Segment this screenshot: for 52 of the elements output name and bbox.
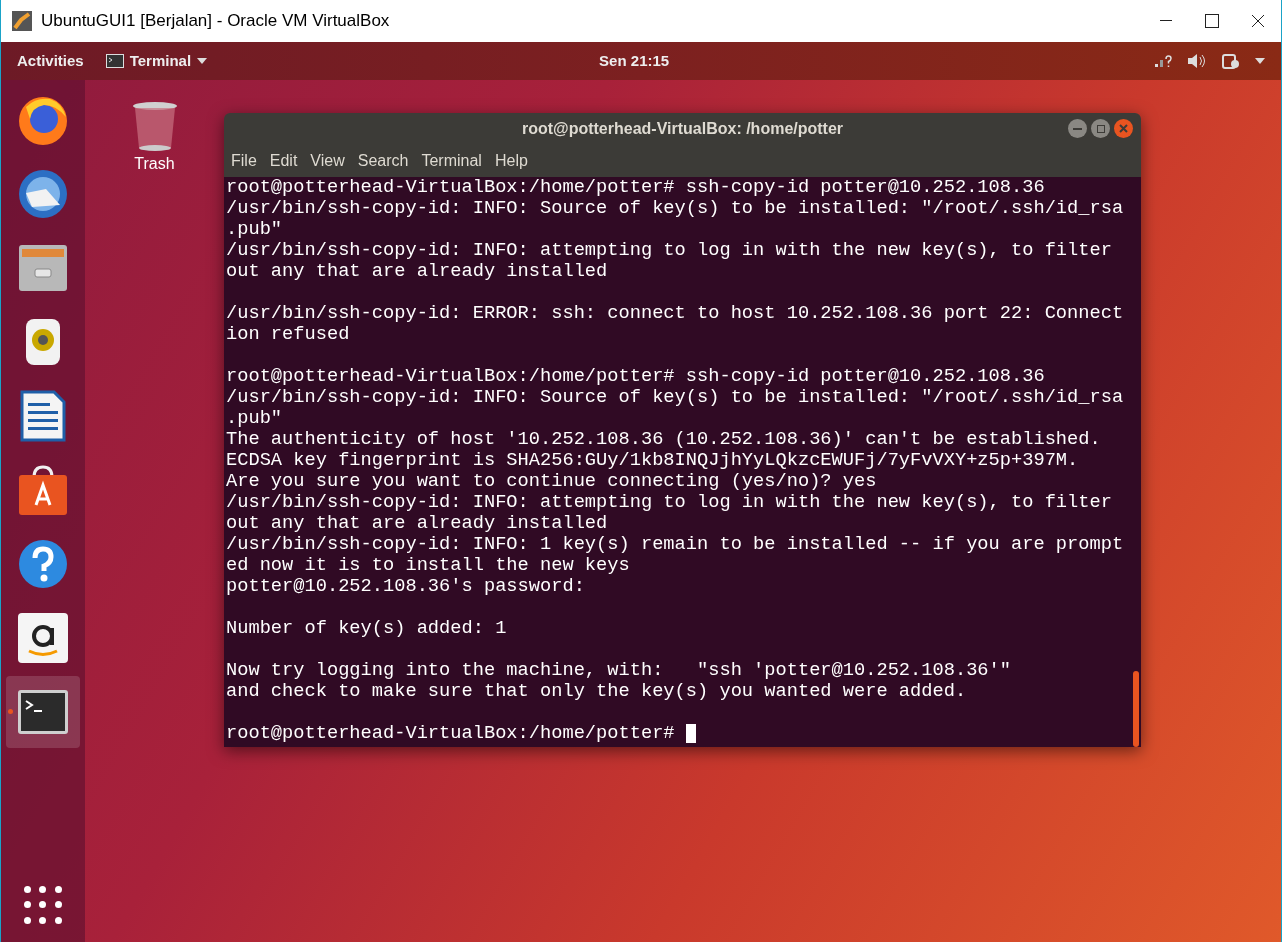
terminal-line: Now try logging into the machine, with: "ssh 'potter@10.252.108.36'": [226, 660, 1011, 681]
terminal-line: .pub": [226, 219, 283, 240]
network-icon[interactable]: [1153, 53, 1173, 69]
close-button[interactable]: [1114, 119, 1133, 138]
shopping-bag-icon: [16, 463, 70, 517]
terminal-line: The authenticity of host '10.252.108.36 (10.252.108.36)' can't be established.: [226, 429, 1101, 450]
menu-item[interactable]: Help: [494, 149, 528, 173]
minimize-icon: [1160, 20, 1172, 22]
terminal-line: ion refused: [226, 324, 350, 345]
shopping-icon: [16, 611, 70, 665]
scrollbar[interactable]: [1133, 671, 1139, 747]
trash-icon: [130, 100, 179, 152]
terminal-line: /usr/bin/ssh-copy-id: INFO: attempting to log in with the new key(s), to filter: [226, 240, 1112, 261]
terminal-line: /usr/bin/ssh-copy-id: INFO: attempting to log in with the new key(s), to filter: [226, 492, 1112, 513]
app-icon: [11, 10, 33, 32]
close-icon: [1119, 124, 1128, 133]
terminal-line: Are you sure you want to continue connecting (yes/no)? yes: [226, 471, 877, 492]
terminal-line: root@potterhead-VirtualBox:/home/potter# ssh-copy-id potter@10.252.108.36: [226, 177, 1045, 198]
caret-icon: [197, 58, 208, 64]
window-title: UbuntuGUI1 [Berjalan] - Oracle VM VirtualBox: [41, 10, 390, 33]
power-icon[interactable]: [1221, 52, 1241, 70]
caret-icon[interactable]: [1255, 58, 1265, 64]
terminal-line: /usr/bin/ssh-copy-id: INFO: Source of key(s) to be installed: "/root/.ssh/id_rsa: [226, 198, 1124, 219]
help-icon: [16, 537, 70, 591]
terminal-title: root@potterhead-VirtualBox: /home/potter: [520, 119, 845, 139]
terminal-line: .pub": [226, 408, 283, 429]
terminal-line: out any that are already installed: [226, 513, 608, 534]
menu-item[interactable]: Terminal: [421, 149, 482, 173]
menu-item[interactable]: Edit: [269, 149, 298, 173]
terminal-line: root@potterhead-VirtualBox:/home/potter# ssh-copy-id potter@10.252.108.36: [226, 366, 1045, 387]
volume-icon[interactable]: [1187, 53, 1207, 69]
terminal-line: /usr/bin/ssh-copy-id: ERROR: ssh: connect to host 10.252.108.36 port 22: Connect: [226, 303, 1124, 324]
close-icon: [1251, 14, 1265, 28]
terminal-line: out any that are already installed: [226, 261, 608, 282]
terminal-line: root@potterhead-VirtualBox:/home/potter#: [226, 723, 676, 744]
menu-item[interactable]: File: [231, 149, 257, 173]
terminal-line: /usr/bin/ssh-copy-id: INFO: 1 key(s) remain to be installed -- if you are prompt: [226, 534, 1124, 555]
dock-item[interactable]: [6, 676, 80, 748]
terminal-line: /usr/bin/ssh-copy-id: INFO: Source of key(s) to be installed: "/root/.ssh/id_rsa: [226, 387, 1124, 408]
maximize-icon: [1205, 14, 1219, 28]
menu-item[interactable]: View: [310, 149, 345, 173]
terminal-line: potter@10.252.108.36's password:: [226, 576, 585, 597]
clock: Sen 21:15: [599, 50, 670, 71]
terminal-line: ed now it is to install the new keys: [226, 555, 630, 576]
terminal-icon: [105, 54, 124, 68]
minimize-button[interactable]: [1068, 119, 1087, 138]
terminal-line: and check to make sure that only the key(s) you wanted were added.: [226, 681, 967, 702]
menu-item[interactable]: Search: [357, 149, 409, 173]
terminal-line: ECDSA key fingerprint is SHA256:GUy/1kb8INQJjhYyLQkzcEWUFj/7yFvVXY+z5p+397M.: [226, 450, 1079, 471]
app-menu[interactable]: Terminal: [105, 49, 208, 73]
terminal-line: Number of key(s) added: 1: [226, 618, 507, 639]
activities-button[interactable]: Activities: [17, 49, 84, 73]
